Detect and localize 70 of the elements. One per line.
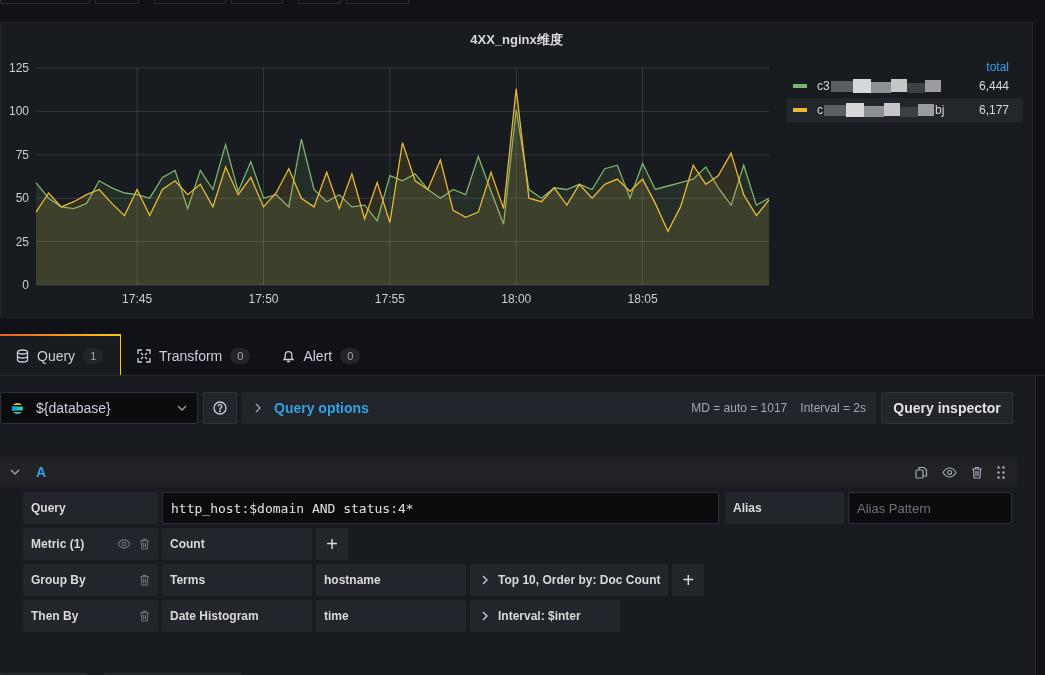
series-name[interactable]: c bbox=[817, 103, 823, 117]
segment-button[interactable]: time bbox=[316, 600, 466, 632]
x-axis-label: 18:00 bbox=[501, 292, 532, 306]
query-options-label[interactable]: Query options bbox=[274, 400, 369, 416]
alias-input[interactable]: Alias Pattern bbox=[848, 492, 1012, 524]
series-name[interactable]: c3 bbox=[817, 79, 830, 93]
y-axis-label: 100 bbox=[8, 104, 29, 119]
panel-title: 4XX_nginx维度 bbox=[469, 31, 564, 49]
editor-tab[interactable]: Transform 0 bbox=[121, 334, 267, 375]
x-axis-label: 17:50 bbox=[248, 292, 279, 306]
count-badge: 0 bbox=[340, 347, 361, 364]
x-axis-label: 17:45 bbox=[122, 292, 153, 306]
segment-button[interactable]: Count bbox=[162, 528, 312, 560]
collapse-icon[interactable] bbox=[10, 469, 20, 475]
y-axis-label: 0 bbox=[22, 278, 29, 292]
query-options-bar[interactable]: Query options MD = auto = 1017 Interval = 2s bbox=[242, 392, 876, 424]
series-swatch[interactable] bbox=[793, 84, 807, 88]
y-axis-label: 50 bbox=[15, 191, 29, 206]
row-label-text: Metric (1) bbox=[31, 537, 85, 551]
query-inspector-button[interactable]: Query inspector bbox=[881, 392, 1013, 424]
row-label-text: Group By bbox=[31, 573, 86, 587]
help-button[interactable] bbox=[203, 392, 237, 424]
add-button[interactable]: + bbox=[316, 528, 348, 560]
editor-tab[interactable]: Alert 0 bbox=[266, 334, 377, 375]
interval-info: Interval = 2s bbox=[800, 401, 866, 415]
segment-button[interactable]: Top 10, Order by: Doc Count bbox=[470, 564, 669, 596]
legend-row[interactable]: c bj 6,177 bbox=[787, 98, 1023, 122]
series-swatch[interactable] bbox=[793, 108, 807, 112]
segment-button[interactable]: Date Histogram bbox=[162, 600, 312, 632]
field-label: Alias bbox=[725, 492, 844, 524]
trash-icon[interactable] bbox=[139, 610, 150, 622]
series-total: 6,444 bbox=[978, 79, 1009, 93]
chevron-icon bbox=[482, 575, 488, 585]
segment-button[interactable]: Interval: $inter bbox=[470, 600, 620, 632]
caret-icon bbox=[177, 405, 187, 411]
drag-handle-icon[interactable] bbox=[997, 465, 1005, 479]
datasource-icon bbox=[11, 401, 24, 415]
series-name-end: bj bbox=[935, 103, 945, 117]
datasource-select[interactable]: ${database} bbox=[0, 392, 198, 424]
x-axis-label: 18:05 bbox=[627, 292, 658, 306]
x-axis-label: 17:55 bbox=[374, 292, 405, 306]
expand-icon bbox=[137, 348, 151, 363]
database-icon bbox=[16, 348, 29, 363]
editor-tab[interactable]: Query 1 bbox=[0, 334, 121, 375]
legend-row[interactable]: c3 6,444 bbox=[787, 74, 1023, 98]
copy-icon[interactable] bbox=[915, 465, 928, 479]
field-label: Query bbox=[23, 492, 158, 524]
trash-icon[interactable] bbox=[139, 574, 150, 586]
trash-icon[interactable] bbox=[971, 465, 983, 479]
y-axis-label: 75 bbox=[15, 147, 29, 162]
segment-button[interactable]: hostname bbox=[316, 564, 466, 596]
count-badge: 0 bbox=[230, 347, 251, 364]
query-ref-id[interactable]: A bbox=[36, 464, 47, 480]
chevron-icon bbox=[255, 403, 261, 413]
bell-icon bbox=[282, 348, 296, 363]
query-input[interactable]: http_host:$domain AND status:4* bbox=[162, 492, 719, 524]
y-axis-label: 125 bbox=[8, 61, 29, 75]
eye-icon[interactable] bbox=[117, 539, 131, 549]
trash-icon[interactable] bbox=[139, 538, 150, 550]
row-label-text: Then By bbox=[31, 609, 79, 623]
count-badge: 1 bbox=[83, 347, 104, 364]
series-total: 6,177 bbox=[978, 103, 1009, 117]
segment-button[interactable]: Terms bbox=[162, 564, 312, 596]
help-icon bbox=[213, 401, 227, 415]
max-data-points: MD = auto = 1017 bbox=[691, 401, 788, 415]
y-axis-label: 25 bbox=[15, 234, 29, 249]
legend-header[interactable]: total bbox=[787, 60, 1023, 74]
add-button[interactable]: + bbox=[672, 564, 705, 596]
chevron-icon bbox=[482, 611, 488, 621]
eye-icon[interactable] bbox=[942, 466, 957, 478]
